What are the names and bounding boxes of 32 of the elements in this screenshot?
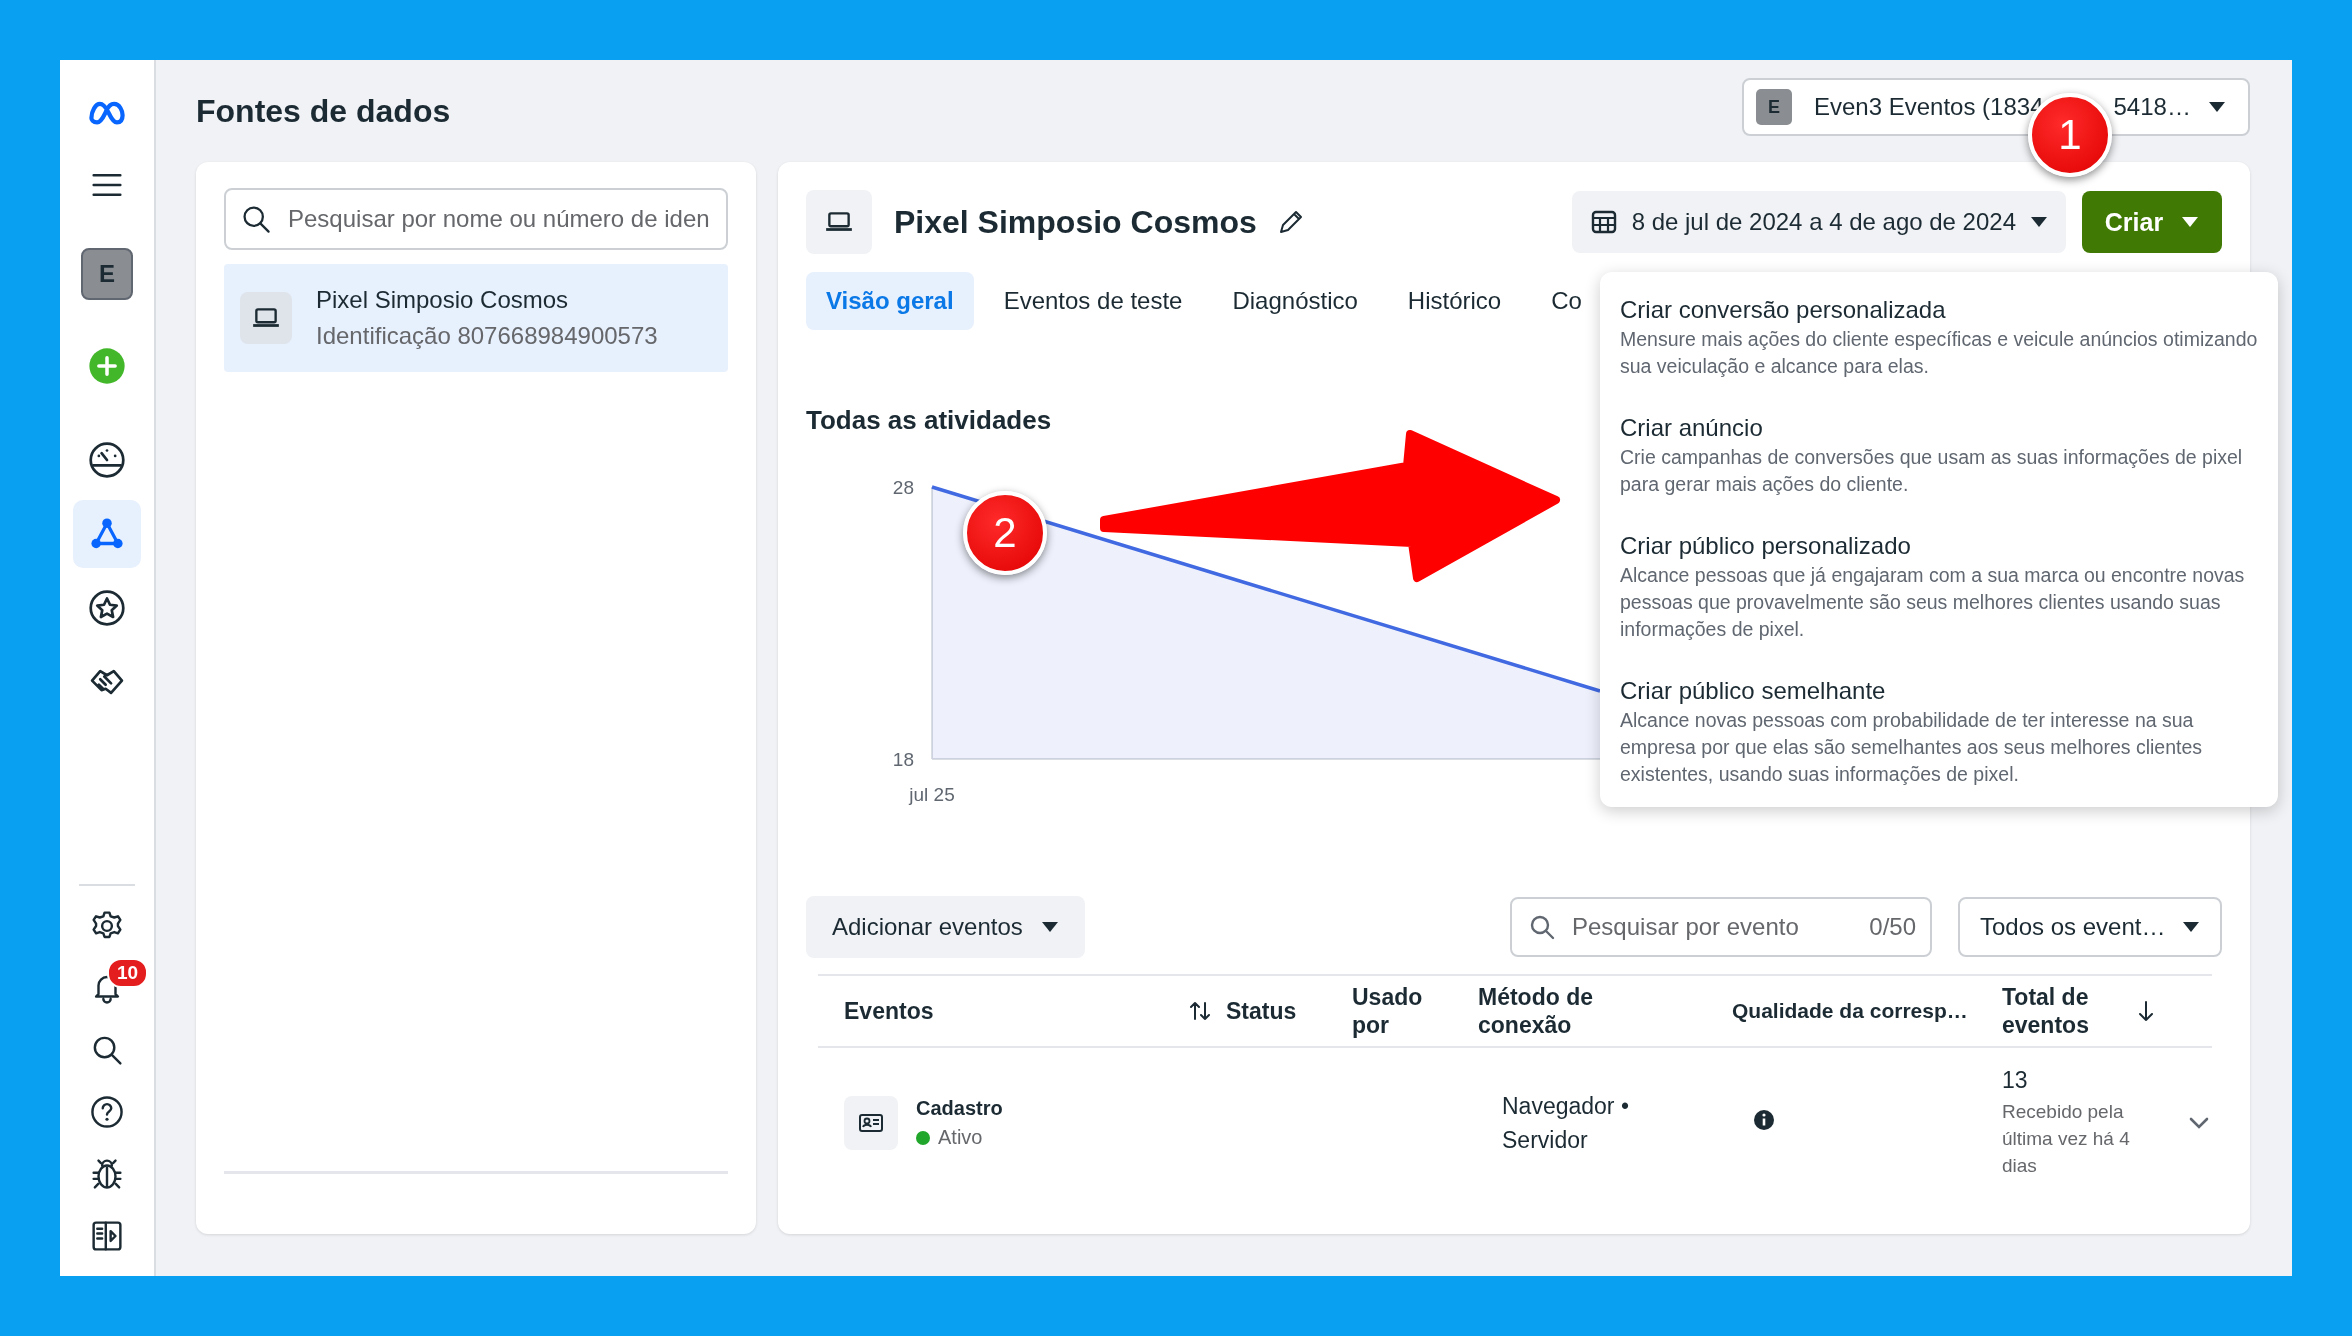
menu-item-description: Alcance novas pessoas com probabilidade de ter interesse na sua empresa por que elas são semelhantes aos seus melhores clientes existentes, usando suas informações de pixel. [1620,708,2204,787]
pixel-title: Pixel Simposio Cosmos [894,203,1257,241]
data-source-id: Identificação 807668984900573 [316,322,658,350]
y-tick-label: 28 [892,477,914,498]
column-header: Total de eventos [2002,983,2090,1039]
menu-item-title: Criar público semelhante [1620,676,1887,706]
chart-title: Todas as atividades [806,404,1052,437]
account-avatar: E [81,248,133,300]
menu-item-description: Alcance pessoas que já engajaram com a sua marca ou encontre novas pessoas que provavelmente são seus melhores clientes usando suas informações de pixel. [1620,563,2246,642]
menu-item-title: Criar conversão personalizada [1620,295,1947,325]
data-source-name: Pixel Simposio Cosmos [316,286,570,314]
menu-item-description: Crie campanhas de conversões que usam as suas informações de pixel para gerar mais ações do cliente. [1620,445,2244,497]
event-counter: 0/50 [1869,913,1916,941]
connection-method: Navegador • Servidor [1501,1092,1630,1155]
page-title: Fontes de dados [196,92,451,130]
account-avatar: E [1756,89,1792,125]
menu-item-description: Mensure mais ações do cliente específicas e veicule anúncios otimizando sua veiculação e alcance para elas. [1620,327,2258,379]
column-header: Usado por [1352,983,1424,1039]
event-name: Cadastro [916,1097,1003,1120]
menu-item-title: Criar público personalizado [1620,531,1912,561]
account-name: 5418… [2113,93,2191,121]
notification-badge: 10 [107,958,149,988]
column-header: Status [1226,997,1297,1025]
menu-item-title: Criar anúncio [1620,413,1764,443]
event-total: 13 [2002,1067,2029,1094]
event-status: Ativo [938,1126,983,1149]
column-header: Eventos [843,997,934,1025]
column-header: Método de conexão [1478,983,1594,1039]
column-header: Qualidade da corresp… [1732,998,1968,1024]
x-axis-label: jul 25 [909,784,955,805]
last-received: Recebido pela última vez há 4 dias [2002,1100,2130,1178]
y-tick-label: 18 [892,749,914,770]
